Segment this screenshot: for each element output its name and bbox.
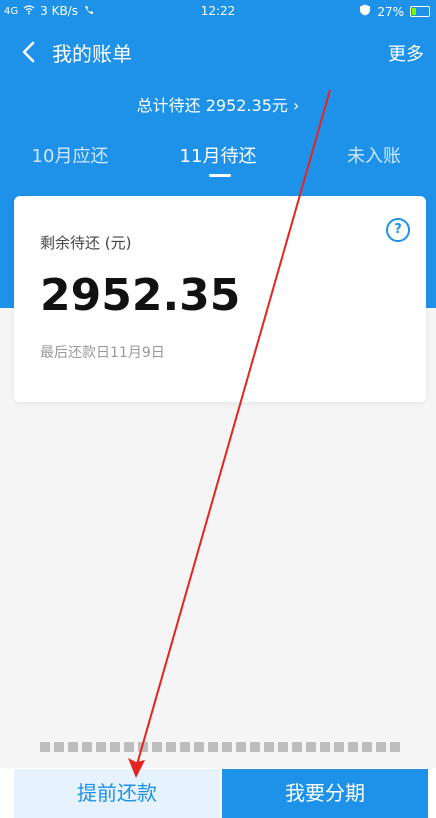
page-title: 我的账单: [52, 42, 132, 66]
tab-october[interactable]: 10月应还: [20, 142, 120, 168]
content-area: [0, 420, 436, 750]
status-right: 27%: [359, 4, 430, 19]
installment-button[interactable]: 我要分期: [222, 769, 428, 818]
remaining-due-label: 剩余待还 (元): [40, 234, 132, 252]
remaining-due-amount: 2952.35: [40, 270, 241, 321]
back-icon: [22, 41, 35, 63]
shield-icon: [359, 4, 371, 19]
total-due-link[interactable]: 总计待还 2952.35元 ›: [0, 92, 436, 116]
due-date-text: 最后还款日11月9日: [40, 345, 165, 361]
status-bar: 4G 3 KB/s 12:22 27%: [0, 0, 436, 22]
battery-percent: 27%: [377, 4, 404, 19]
battery-fill: [412, 8, 416, 15]
hidden-list-item: [40, 742, 400, 752]
more-button[interactable]: 更多: [388, 40, 424, 66]
tab-unposted[interactable]: 未入账: [334, 142, 414, 168]
back-button[interactable]: [14, 36, 42, 68]
battery-icon: [410, 6, 430, 17]
tab-november[interactable]: 11月待还: [168, 142, 268, 168]
prepay-button[interactable]: 提前还款: [14, 769, 220, 818]
active-tab-indicator: [209, 174, 231, 177]
remaining-due-card: 剩余待还 (元) ? 2952.35 最后还款日11月9日: [14, 196, 426, 402]
help-icon[interactable]: ?: [386, 218, 410, 242]
